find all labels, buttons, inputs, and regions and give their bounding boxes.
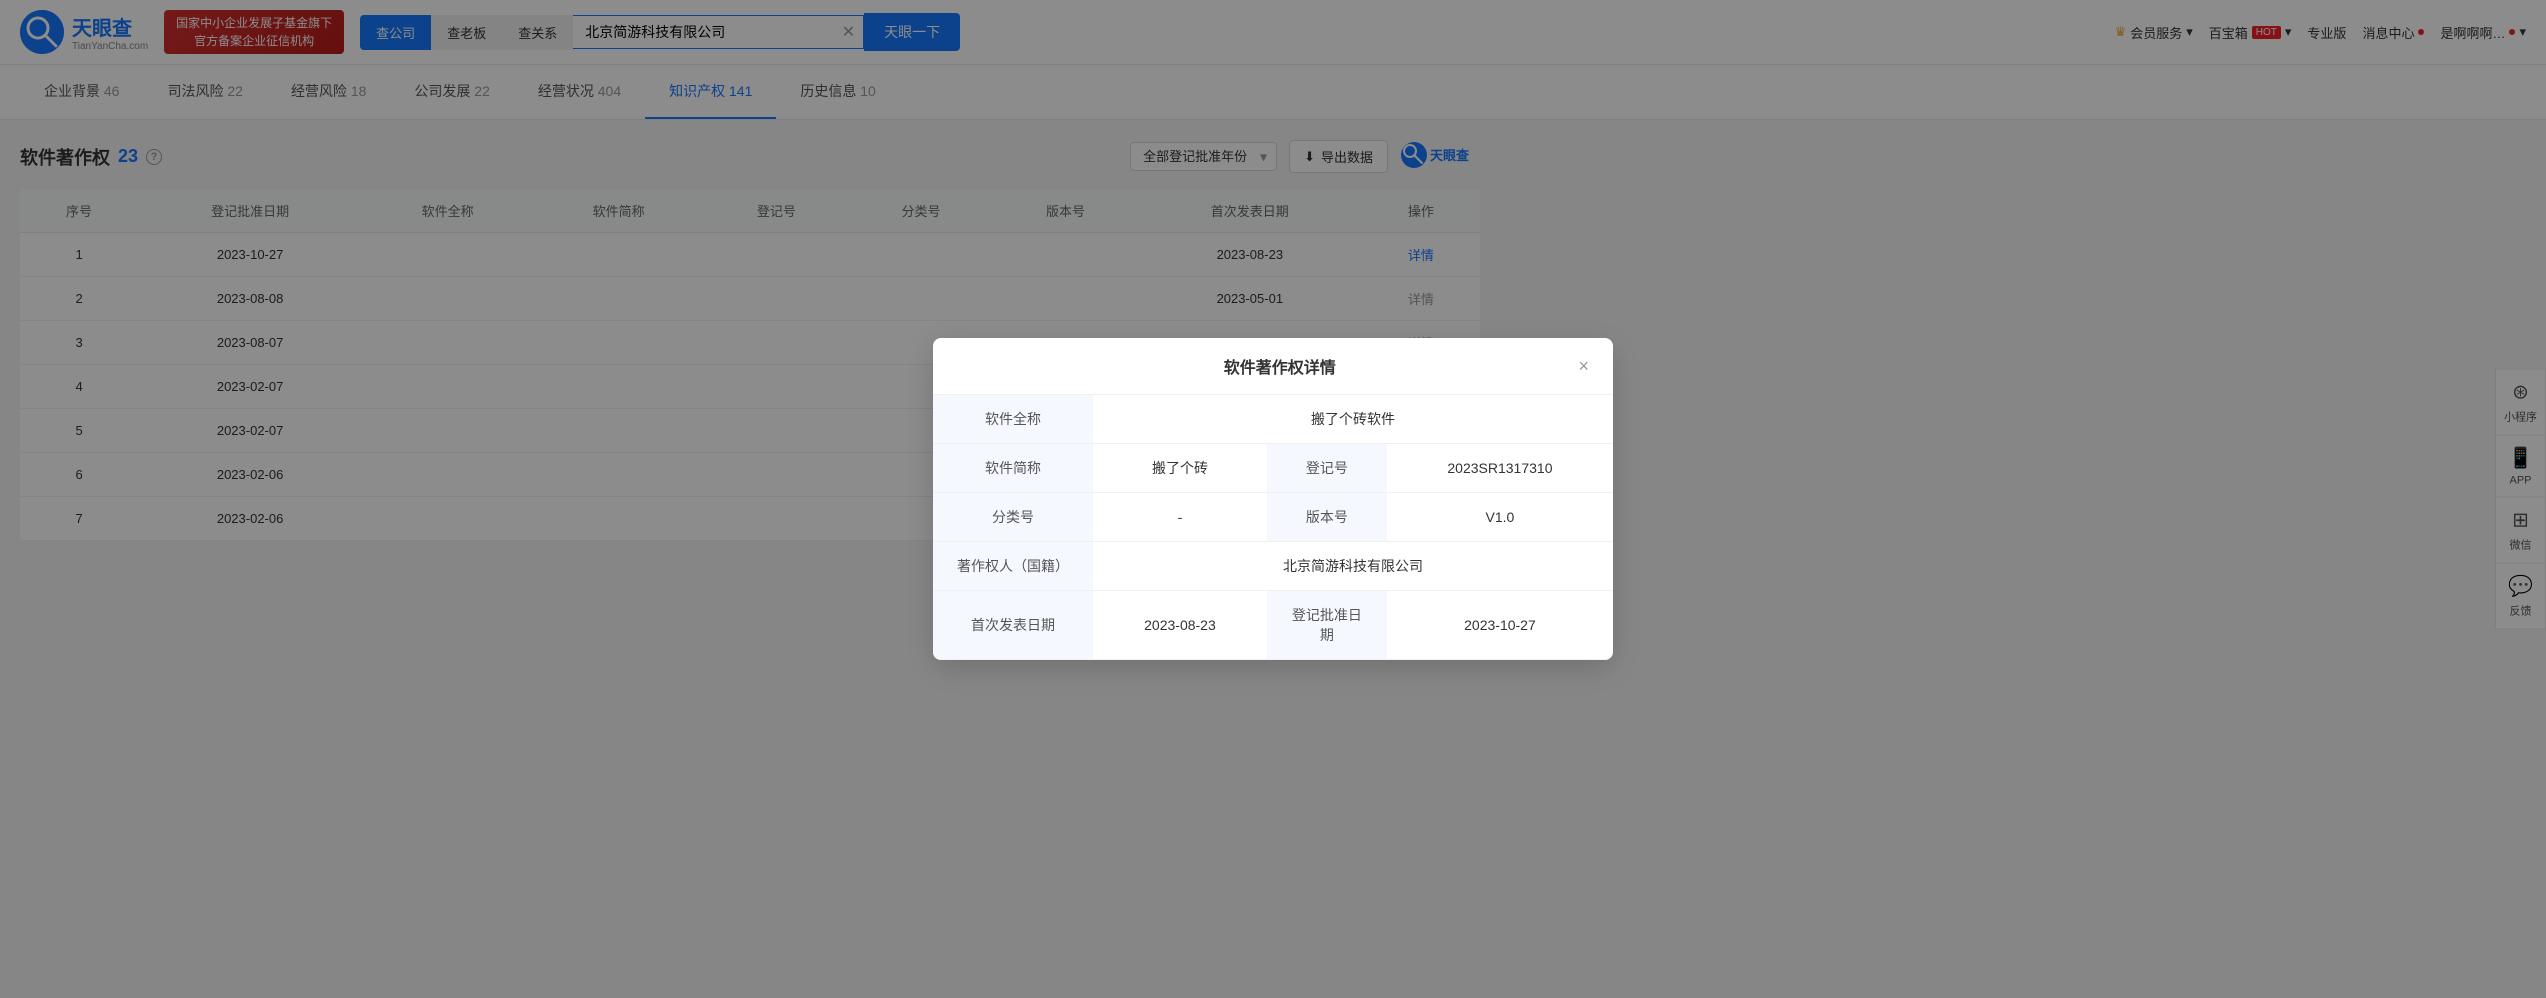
classnum-label: 分类号 bbox=[933, 493, 1093, 542]
detail-row-pubdate: 首次发表日期 2023-08-23 登记批准日期 2023-10-27 bbox=[933, 591, 1613, 660]
detail-row-classnum: 分类号 - 版本号 V1.0 bbox=[933, 493, 1613, 542]
author-label: 著作权人（国籍） bbox=[933, 542, 1093, 591]
modal-body: 软件全称 搬了个砖软件 软件简称 搬了个砖 登记号 2023SR1317310 … bbox=[933, 395, 1613, 660]
shortname-value: 搬了个砖 bbox=[1093, 444, 1267, 493]
pubdate-value: 2023-08-23 bbox=[1093, 591, 1267, 660]
shortname-label: 软件简称 bbox=[933, 444, 1093, 493]
detail-row-fullname: 软件全称 搬了个砖软件 bbox=[933, 395, 1613, 444]
version-value: V1.0 bbox=[1387, 493, 1613, 542]
pubdate-label: 首次发表日期 bbox=[933, 591, 1093, 660]
modal-header: 软件著作权详情 × bbox=[933, 338, 1613, 395]
fullname-value: 搬了个砖软件 bbox=[1093, 395, 1613, 444]
modal-overlay[interactable]: 软件著作权详情 × 软件全称 搬了个砖软件 软件简称 搬了个砖 登记号 2023… bbox=[0, 0, 2546, 998]
detail-table: 软件全称 搬了个砖软件 软件简称 搬了个砖 登记号 2023SR1317310 … bbox=[933, 395, 1613, 660]
modal-close-button[interactable]: × bbox=[1578, 356, 1589, 377]
detail-modal: 软件著作权详情 × 软件全称 搬了个砖软件 软件简称 搬了个砖 登记号 2023… bbox=[933, 338, 1613, 660]
fullname-label: 软件全称 bbox=[933, 395, 1093, 444]
classnum-value: - bbox=[1093, 493, 1267, 542]
modal-title: 软件著作权详情 bbox=[981, 354, 1578, 378]
regnum-label: 登记号 bbox=[1267, 444, 1387, 493]
regnum-value: 2023SR1317310 bbox=[1387, 444, 1613, 493]
regdate-label: 登记批准日期 bbox=[1267, 591, 1387, 660]
author-value: 北京简游科技有限公司 bbox=[1093, 542, 1613, 591]
version-label: 版本号 bbox=[1267, 493, 1387, 542]
regdate-value: 2023-10-27 bbox=[1387, 591, 1613, 660]
detail-row-author: 著作权人（国籍） 北京简游科技有限公司 bbox=[933, 542, 1613, 591]
detail-row-shortname: 软件简称 搬了个砖 登记号 2023SR1317310 bbox=[933, 444, 1613, 493]
